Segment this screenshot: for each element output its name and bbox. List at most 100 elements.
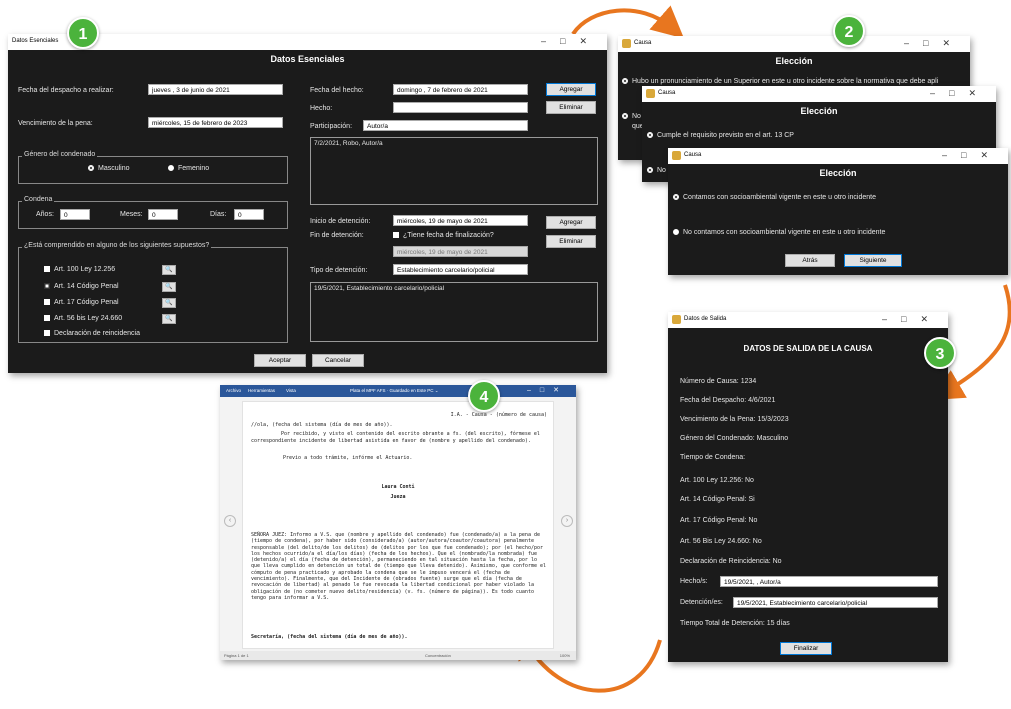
checkbox-icon xyxy=(44,266,50,273)
window-controls[interactable]: –□✕ xyxy=(527,386,568,394)
anios-label: Años: xyxy=(36,211,54,218)
hechos-list[interactable]: 7/2/2021, Robo, Autor/a xyxy=(310,137,598,205)
detencion-list[interactable]: 19/5/2021, Establecimiento carcelario/po… xyxy=(310,282,598,342)
app-icon xyxy=(622,39,631,48)
option-label: Cumple el requisito previsto en el art. … xyxy=(657,132,794,139)
fecha-hecho-label: Fecha del hecho: xyxy=(310,87,364,94)
genero-group xyxy=(18,156,288,184)
salida-title: DATOS DE SALIDA DE LA CAUSA xyxy=(743,344,873,353)
eliminar-detencion-button[interactable]: Eliminar xyxy=(546,235,596,248)
radio-option-1[interactable]: Cumple el requisito previsto en el art. … xyxy=(647,132,794,139)
check-reincidencia[interactable]: Declaración de reincidencia xyxy=(44,330,140,337)
dias-stepper[interactable]: 0 xyxy=(234,209,264,220)
cancelar-button[interactable]: Cancelar xyxy=(312,354,364,367)
radio-femenino[interactable]: Femenino xyxy=(168,165,209,172)
list-item[interactable]: 7/2/2021, Robo, Autor/a xyxy=(314,140,383,147)
inicio-picker[interactable]: miércoles, 19 de mayo de 2021 xyxy=(393,215,528,226)
prev-page-icon[interactable]: ‹ xyxy=(224,515,236,527)
art14-label: Art. 14 Código Penal xyxy=(54,283,119,290)
detenciones-select[interactable]: 19/5/2021, Establecimiento carcelario/po… xyxy=(733,597,938,608)
doc-paragraph-1: Por recibido, y visto el contenido del e… xyxy=(251,431,540,444)
finalizar-button[interactable]: Finalizar xyxy=(780,642,832,655)
next-page-icon[interactable]: › xyxy=(561,515,573,527)
step-badge-4: 4 xyxy=(468,380,500,412)
condena-title: Condena xyxy=(22,196,55,203)
window-controls[interactable]: –□✕ xyxy=(904,38,964,49)
check-art17[interactable]: Art. 17 Código Penal xyxy=(44,299,119,306)
checkbox-icon xyxy=(393,232,399,239)
datos-esenciales-window: Datos Esenciales –□✕ Datos Esenciales Fe… xyxy=(8,34,607,373)
femenino-label: Femenino xyxy=(178,165,210,172)
art14-result: Art. 14 Código Penal: Si xyxy=(680,496,755,503)
radio-option-2[interactable]: No xyxy=(647,167,666,174)
agregar-hecho-button[interactable]: Agregar xyxy=(546,83,596,96)
tiempo-total: Tiempo Total de Detención: 15 días xyxy=(680,620,790,627)
check-art14[interactable]: Art. 14 Código Penal xyxy=(44,283,119,290)
tipo-select[interactable]: Establecimiento carcelario/policial xyxy=(393,264,528,275)
participacion-label: Participación: xyxy=(310,123,353,130)
masculino-label: Masculino xyxy=(98,165,130,172)
eliminar-hecho-button[interactable]: Eliminar xyxy=(546,101,596,114)
focus-mode[interactable]: Concentración xyxy=(425,653,451,658)
menu-herramientas[interactable]: Herramientas xyxy=(248,388,275,393)
option-label: Hubo un pronunciamiento de un Superior e… xyxy=(632,78,939,85)
radio-option-2[interactable]: No contamos con socioambiental vigente e… xyxy=(673,229,885,236)
aceptar-button[interactable]: Aceptar xyxy=(254,354,306,367)
hecho-input[interactable] xyxy=(393,102,528,113)
check-art56[interactable]: Art. 56 bis Ley 24.660 xyxy=(44,315,122,322)
participacion-select[interactable]: Autor/a xyxy=(363,120,528,131)
document-page[interactable]: I.A. - Causa - (número de causa) //ola, … xyxy=(242,401,554,649)
anios-stepper[interactable]: 0 xyxy=(60,209,90,220)
document-editor-window: Archivo Herramientas Vista Plata el MPF … xyxy=(220,385,576,660)
search-icon[interactable]: 🔍 xyxy=(162,298,176,308)
inicio-label: Inicio de detención: xyxy=(310,218,371,225)
fecha-despacho-label: Fecha del despacho a realizar: xyxy=(18,87,114,94)
title-bar: Causa –□✕ xyxy=(642,86,996,102)
search-icon[interactable]: 🔍 xyxy=(162,282,176,292)
supuestos-title: ¿Está comprendido en alguno de los sigui… xyxy=(22,242,212,249)
radio-option-1[interactable]: Hubo un pronunciamiento de un Superior e… xyxy=(622,78,938,85)
meses-stepper[interactable]: 0 xyxy=(148,209,178,220)
window-controls[interactable]: –□✕ xyxy=(882,314,942,325)
list-item[interactable]: 19/5/2021, Establecimiento carcelario/po… xyxy=(314,285,444,292)
fin-checkbox[interactable]: ¿Tiene fecha de finalización? xyxy=(393,232,494,239)
fecha-despacho-picker[interactable]: jueves , 3 de junio de 2021 xyxy=(148,84,283,95)
numero-causa: Número de Causa: 1234 xyxy=(680,378,757,385)
siguiente-button[interactable]: Siguiente xyxy=(844,254,902,267)
radio-icon xyxy=(168,165,174,172)
agregar-detencion-button[interactable]: Agregar xyxy=(546,216,596,229)
option-label: No contamos con socioambiental vigente e… xyxy=(683,229,886,236)
arrow-2-to-3 xyxy=(931,284,1011,401)
fecha-despacho: Fecha del Despacho: 4/6/2021 xyxy=(680,397,776,404)
search-icon[interactable]: 🔍 xyxy=(162,265,176,275)
vencimiento-picker[interactable]: miércoles, 15 de febrero de 2023 xyxy=(148,117,283,128)
window-controls[interactable]: –□✕ xyxy=(541,36,601,47)
check-art100[interactable]: Art. 100 Ley 12.256 xyxy=(44,266,115,273)
menu-archivo[interactable]: Archivo xyxy=(226,388,241,393)
art56-result: Art. 56 Bis Ley 24.660: No xyxy=(680,538,762,545)
detenciones-label: Detención/es: xyxy=(680,599,723,606)
hechos-select[interactable]: 19/5/2021, , Autor/a xyxy=(720,576,938,587)
radio-icon xyxy=(647,167,653,174)
genero-title: Género del condenado xyxy=(22,151,98,158)
zoom-level[interactable]: 100% xyxy=(560,653,570,658)
arrow-1-to-2 xyxy=(571,5,685,39)
doc-signature-title: Jueza xyxy=(390,494,406,500)
atras-button[interactable]: Atrás xyxy=(785,254,835,267)
hechos-label: Hecho/s: xyxy=(680,578,708,585)
window-controls[interactable]: –□✕ xyxy=(942,150,1002,161)
radio-option-2[interactable]: No xyxy=(622,113,641,120)
window-controls[interactable]: –□✕ xyxy=(930,88,990,99)
menu-vista[interactable]: Vista xyxy=(286,388,296,393)
fecha-hecho-picker[interactable]: domingo , 7 de febrero de 2021 xyxy=(393,84,528,95)
fin-picker[interactable]: miércoles, 19 de mayo de 2021 xyxy=(393,246,528,257)
art56-label: Art. 56 bis Ley 24.660 xyxy=(54,315,123,322)
radio-masculino[interactable]: Masculino xyxy=(88,165,130,172)
window-title: Causa xyxy=(684,152,702,158)
doc-date-line: //ola, (fecha del sistema (día de mes de… xyxy=(251,422,393,428)
search-icon[interactable]: 🔍 xyxy=(162,314,176,324)
title-bar: Causa –□✕ xyxy=(618,36,970,52)
fin-label: Fin de detención: xyxy=(310,232,364,239)
doc-paragraph-2: Previo a todo trámite, infórme el Actuar… xyxy=(283,455,413,461)
radio-option-1[interactable]: Contamos con socioambiental vigente en e… xyxy=(673,194,876,201)
